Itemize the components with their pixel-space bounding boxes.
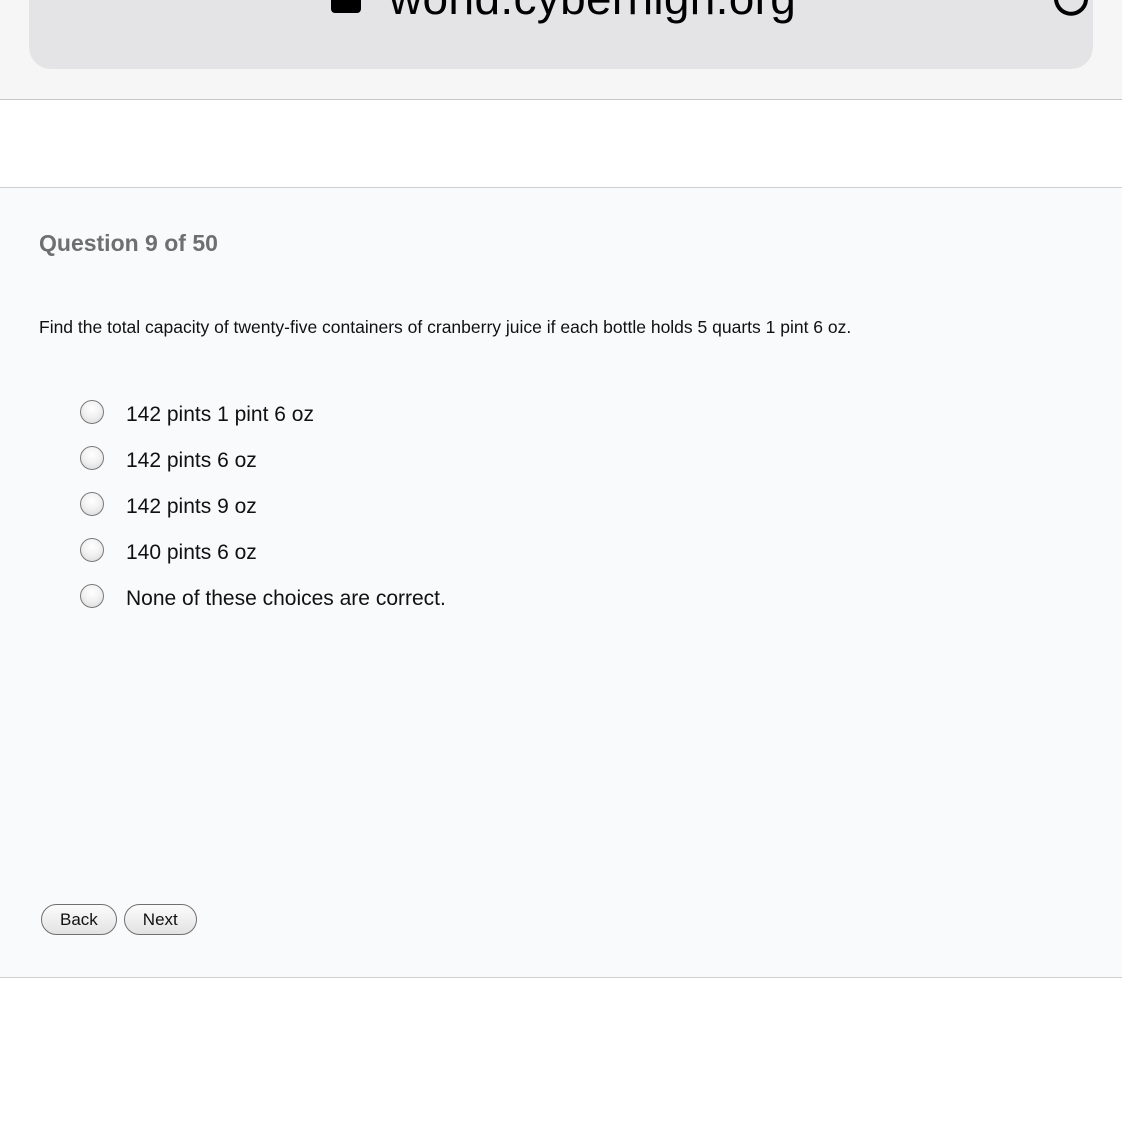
answer-option[interactable]: 142 pints 9 oz [80, 484, 446, 530]
question-text: Find the total capacity of twenty-five c… [39, 317, 852, 337]
answer-option-label[interactable]: None of these choices are correct. [126, 587, 446, 611]
answer-options: 142 pints 1 pint 6 oz 142 pints 6 oz 142… [80, 392, 446, 622]
answer-option[interactable]: None of these choices are correct. [80, 576, 446, 622]
next-button[interactable]: Next [123, 904, 197, 935]
radio-button[interactable] [80, 538, 104, 562]
answer-option-label[interactable]: 140 pints 6 oz [126, 541, 257, 565]
browser-chrome: world.cyberhigh.org [0, 0, 1122, 100]
answer-option-label[interactable]: 142 pints 9 oz [126, 495, 257, 519]
answer-option[interactable]: 142 pints 6 oz [80, 438, 446, 484]
radio-button[interactable] [80, 446, 104, 470]
address-bar[interactable]: world.cyberhigh.org [29, 0, 1093, 69]
back-button[interactable]: Back [41, 904, 117, 935]
answer-option-label[interactable]: 142 pints 1 pint 6 oz [126, 403, 314, 427]
question-title: Question 9 of 50 [39, 230, 218, 256]
lock-icon [329, 0, 361, 16]
navigation-buttons: Back Next [41, 904, 204, 935]
answer-option-label[interactable]: 142 pints 6 oz [126, 449, 257, 473]
url-display[interactable]: world.cyberhigh.org [329, 0, 796, 28]
radio-button[interactable] [80, 584, 104, 608]
answer-option[interactable]: 142 pints 1 pint 6 oz [80, 392, 446, 438]
quiz-panel: Question 9 of 50 Find the total capacity… [0, 187, 1122, 978]
answer-option[interactable]: 140 pints 6 oz [80, 530, 446, 576]
radio-button[interactable] [80, 492, 104, 516]
url-text[interactable]: world.cyberhigh.org [389, 0, 796, 21]
reload-icon[interactable] [1047, 0, 1097, 24]
radio-button[interactable] [80, 400, 104, 424]
